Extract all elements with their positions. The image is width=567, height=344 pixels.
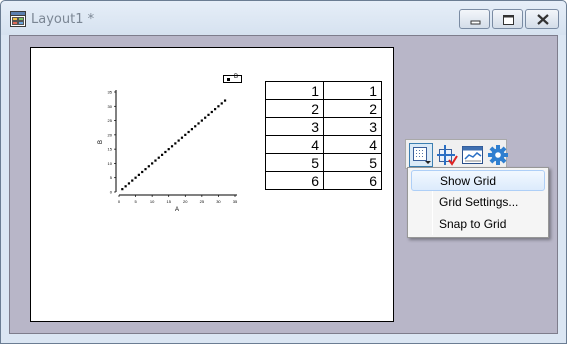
settings-button[interactable] [487,143,511,167]
grid-icon [413,147,431,164]
data-point [177,139,180,142]
table-cell[interactable]: 1 [265,81,324,100]
data-point [167,148,170,151]
y-tick-label: 0 [110,190,113,195]
title-bar[interactable]: Layout1 * [1,1,566,35]
layout-toolbar [405,139,508,169]
layout-window-icon [10,11,26,27]
layout-graph-button[interactable] [461,143,485,167]
legend-label: B [234,74,239,80]
data-point [174,142,177,145]
data-point [207,113,210,116]
data-point [127,182,131,185]
y-tick-label: 30 [108,104,113,109]
close-icon [537,14,549,25]
menu-item-snap-to-grid[interactable]: Snap to Grid [411,214,545,235]
data-point [210,110,213,114]
y-tick-label: 5 [110,175,113,180]
data-point [194,125,197,128]
data-point [187,130,190,134]
table-cell[interactable]: 3 [323,117,382,136]
table-row: 22 [265,99,382,118]
data-point [180,136,184,139]
y-tick-label: 10 [108,161,113,166]
table-cell[interactable]: 4 [323,135,382,154]
y-tick-label: 25 [108,118,113,123]
table-row: 33 [265,117,382,136]
x-tick-label: 5 [134,199,137,204]
table-row: 55 [265,153,382,172]
x-tick-label: 15 [166,199,171,204]
scatter-graph[interactable]: 0 5 10 15 20 25 30 35 0 5 10 15 20 25 30 35 A B [95,88,245,238]
y-tick-label: 15 [108,147,113,152]
x-tick-label: 35 [233,199,238,204]
data-point [170,145,174,148]
data-point [131,179,134,182]
data-point [121,188,124,191]
data-point [124,185,127,188]
table-cell[interactable]: 1 [323,81,382,100]
table-cell[interactable]: 6 [323,171,382,190]
close-button[interactable] [525,9,559,29]
table-cell[interactable]: 2 [265,99,324,118]
maximize-button[interactable] [492,9,523,29]
x-tick-label: 20 [183,199,188,204]
y-tick-label: 20 [108,132,113,137]
table-cell[interactable]: 2 [323,99,382,118]
x-axis-label: A [175,207,179,213]
window-title: Layout1 * [31,12,95,27]
y-tick-label: 35 [108,90,113,95]
snap-to-grid-button[interactable] [435,143,459,167]
data-point [217,105,220,108]
data-point [151,162,154,165]
snap-icon [437,145,458,166]
legend-symbol [227,78,230,81]
data-point [204,116,207,119]
data-point [200,119,203,122]
data-point [157,156,160,159]
data-point [160,153,164,156]
table-cell[interactable]: 5 [265,153,324,172]
minimize-icon [470,20,481,25]
maximize-icon [503,15,514,25]
layout-window: Layout1 * 0 5 10 15 20 25 30 35 0 5 10 15 20 25 30 35 A B [0,0,567,344]
table-cell[interactable]: 6 [265,171,324,190]
data-point [184,133,187,136]
data-point [220,102,223,105]
layout-workspace: 0 5 10 15 20 25 30 35 0 5 10 15 20 25 30 35 A B B 1122334… [9,35,558,334]
data-point [141,170,144,174]
data-point [134,176,137,179]
table-row: 11 [265,81,382,100]
data-point [190,128,194,131]
table-row: 44 [265,135,382,154]
grid-dropdown-button[interactable] [409,143,433,167]
chevron-down-icon [425,161,431,164]
data-point [137,173,140,176]
gear-icon [488,145,508,165]
data-point [147,165,150,168]
data-point [214,108,217,111]
layout-icon [462,146,483,164]
data-point [197,122,200,125]
legend[interactable]: B [223,74,242,83]
data-point [154,159,157,162]
table-cell[interactable]: 5 [323,153,382,172]
x-tick-label: 10 [150,199,155,204]
x-tick-label: 0 [118,199,121,204]
table-cell[interactable]: 3 [265,117,324,136]
menu-item-show-grid[interactable]: Show Grid [411,170,545,191]
table-cell[interactable]: 4 [265,135,324,154]
data-point [164,150,167,154]
table-row: 66 [265,171,382,190]
grid-context-menu: Show Grid Grid Settings... Snap to Grid [407,167,549,238]
minimize-button[interactable] [459,9,490,29]
y-axis-label: B [98,140,104,144]
data-point [144,168,147,171]
data-table[interactable]: 112233445566 [265,81,382,190]
layout-page[interactable]: 0 5 10 15 20 25 30 35 0 5 10 15 20 25 30 35 A B B 1122334… [30,47,394,322]
menu-item-grid-settings[interactable]: Grid Settings... [411,192,545,213]
x-tick-label: 25 [200,199,205,204]
data-point [223,99,227,102]
x-tick-label: 30 [216,199,221,204]
